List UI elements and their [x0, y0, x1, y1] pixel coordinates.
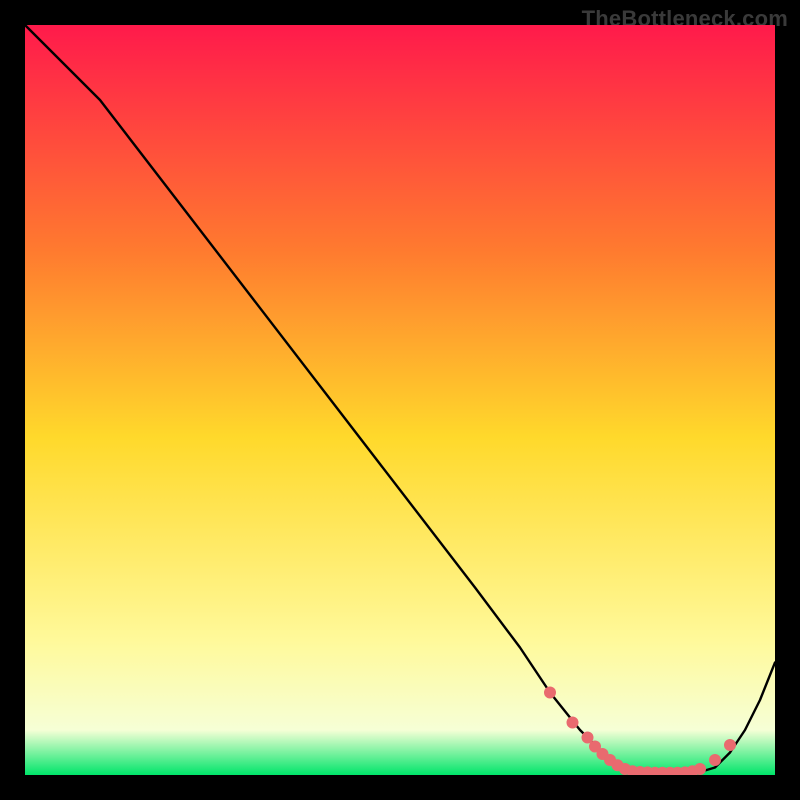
gradient-bg [25, 25, 775, 775]
marker-dot [709, 754, 721, 766]
plot-area [25, 25, 775, 775]
marker-dot [724, 739, 736, 751]
marker-dot [544, 687, 556, 699]
chart-frame: TheBottleneck.com [0, 0, 800, 800]
chart-svg [25, 25, 775, 775]
marker-dot [567, 717, 579, 729]
marker-dot [694, 763, 706, 775]
